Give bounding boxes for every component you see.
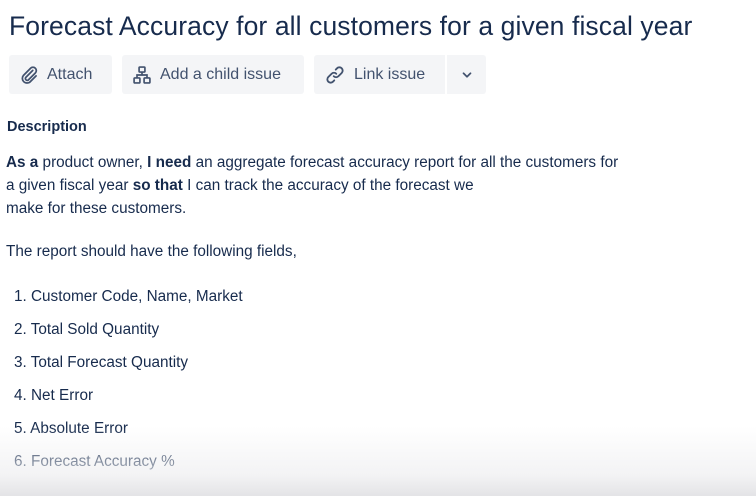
story-i-need: I need [147, 154, 192, 171]
list-item: 3. Total Forecast Quantity [14, 354, 189, 371]
list-item: 1. Customer Code, Name, Market [14, 288, 243, 305]
add-child-issue-button[interactable]: Add a child issue [122, 55, 304, 94]
story-need-cont: a given fiscal year [6, 177, 133, 194]
paperclip-icon [19, 65, 39, 85]
fields-intro: The report should have the following fie… [6, 243, 297, 260]
story-goal-cont: make for these customers. [6, 200, 187, 217]
fields-list: 1. Customer Code, Name, Market 2. Total … [14, 286, 243, 484]
user-story-paragraph: As a product owner, I need an aggregate … [6, 151, 706, 220]
description-label: Description [7, 119, 87, 135]
story-so-that: so that [132, 177, 183, 194]
issue-toolbar: Attach Add a child issue Link issue [9, 55, 486, 94]
attach-label: Attach [47, 65, 93, 83]
issue-title[interactable]: Forecast Accuracy for all customers for … [9, 11, 692, 42]
more-link-options-button[interactable] [447, 55, 486, 94]
list-item: 4. Net Error [14, 387, 94, 404]
chevron-down-icon [460, 68, 474, 82]
attach-button[interactable]: Attach [9, 55, 112, 94]
add-child-issue-label: Add a child issue [160, 65, 281, 83]
list-item: 6. Forecast Accuracy % [14, 453, 175, 470]
list-item: 2. Total Sold Quantity [14, 321, 160, 338]
issue-view: Forecast Accuracy for all customers for … [0, 0, 756, 496]
story-goal: I can track the accuracy of the forecast… [182, 177, 474, 194]
link-issue-button[interactable]: Link issue [314, 55, 445, 94]
story-as-a: As a [6, 154, 39, 171]
link-issue-label: Link issue [354, 65, 426, 83]
list-item: 5. Absolute Error [14, 420, 128, 437]
link-icon [324, 64, 346, 86]
story-role: product owner, [38, 154, 148, 171]
hierarchy-icon [132, 65, 152, 85]
story-need: an aggregate forecast accuracy report fo… [191, 154, 619, 171]
